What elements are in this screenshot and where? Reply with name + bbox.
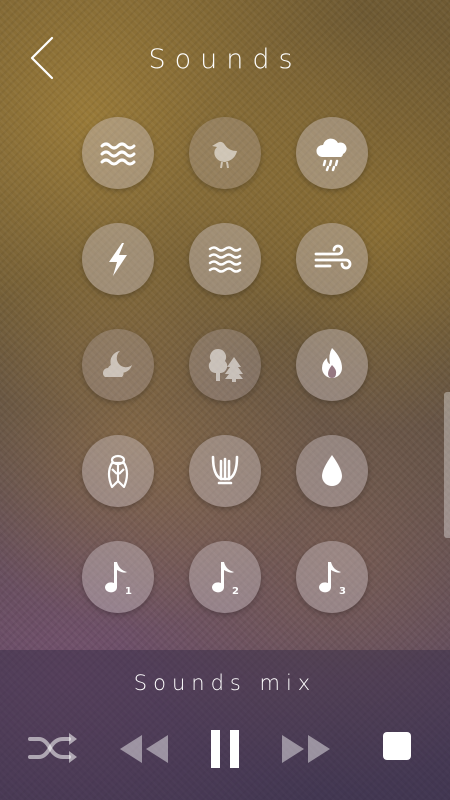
svg-text:2: 2 (232, 586, 239, 597)
forest-icon (208, 348, 243, 382)
sound-water-button[interactable] (189, 223, 261, 295)
sound-rain-button[interactable] (296, 117, 368, 189)
sound-cicada-button[interactable] (82, 435, 154, 507)
music-note-3-icon: 3 (319, 562, 346, 597)
music-note-2-icon: 2 (212, 562, 239, 597)
pause-icon (211, 730, 239, 768)
fire-icon (322, 348, 342, 378)
sound-bird-button[interactable] (189, 117, 261, 189)
waves-icon (100, 142, 136, 166)
scrollbar[interactable] (444, 392, 450, 538)
stop-button[interactable] (382, 731, 412, 765)
sounds-screen: Sounds 1 2 3 Sounds mix (0, 0, 450, 800)
cicada-icon (107, 454, 129, 489)
wind-icon (314, 244, 352, 270)
page-title: Sounds (148, 44, 302, 75)
sound-fire-button[interactable] (296, 329, 368, 401)
music-note-1-icon: 1 (105, 562, 132, 597)
bird-icon (212, 141, 237, 169)
sound-forest-button[interactable] (189, 329, 261, 401)
sounds-mix-label: Sounds mix (133, 671, 317, 695)
sound-music-3-button[interactable]: 3 (296, 541, 368, 613)
harp-icon (211, 455, 239, 485)
fast-forward-button[interactable] (280, 734, 332, 768)
svg-text:1: 1 (125, 586, 132, 597)
rewind-icon (120, 735, 168, 763)
fast-forward-icon (282, 735, 330, 763)
sound-thunder-button[interactable] (82, 223, 154, 295)
sound-night-button[interactable] (82, 329, 154, 401)
rain-cloud-icon (316, 138, 347, 172)
night-icon (103, 351, 132, 377)
thunder-icon (109, 243, 127, 276)
rewind-button[interactable] (118, 734, 170, 768)
sound-music-2-button[interactable]: 2 (189, 541, 261, 613)
water-icon (208, 246, 242, 273)
sound-music-1-button[interactable]: 1 (82, 541, 154, 613)
sound-waves-button[interactable] (82, 117, 154, 189)
shuffle-button[interactable] (28, 731, 78, 769)
pause-button[interactable] (211, 730, 239, 772)
drop-icon (322, 455, 342, 486)
stop-icon (383, 732, 411, 760)
sound-drop-button[interactable] (296, 435, 368, 507)
sound-wind-button[interactable] (296, 223, 368, 295)
shuffle-icon (28, 733, 77, 763)
sound-harp-button[interactable] (189, 435, 261, 507)
sound-grid: 1 2 3 (82, 117, 368, 613)
svg-text:3: 3 (339, 586, 346, 597)
